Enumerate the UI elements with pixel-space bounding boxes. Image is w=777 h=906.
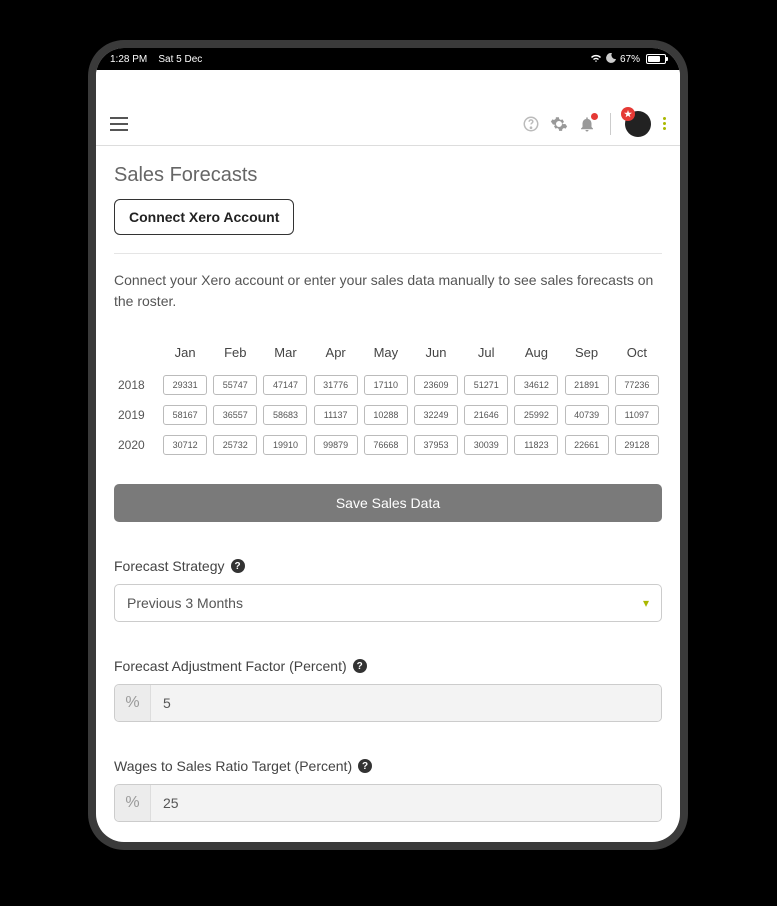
menu-icon[interactable] (110, 117, 128, 131)
sales-cell-input[interactable] (314, 375, 358, 395)
col-header: Oct (612, 340, 662, 370)
sales-cell-input[interactable] (464, 435, 508, 455)
sales-cell-input[interactable] (615, 435, 659, 455)
avatar-badge (621, 107, 635, 121)
sales-cell-input[interactable] (314, 405, 358, 425)
bell-icon[interactable] (578, 115, 596, 133)
avatar[interactable] (625, 111, 651, 137)
help-icon[interactable]: ? (358, 759, 372, 773)
percent-icon: % (115, 785, 151, 821)
sales-table: Jan Feb Mar Apr May Jun Jul Aug Sep Oct (114, 340, 662, 460)
sales-cell-input[interactable] (364, 435, 408, 455)
sales-cell-input[interactable] (364, 375, 408, 395)
table-header-row: Jan Feb Mar Apr May Jun Jul Aug Sep Oct (114, 340, 662, 370)
table-row: 2018 (114, 370, 662, 400)
sales-cell-input[interactable] (213, 375, 257, 395)
sales-cell-input[interactable] (565, 375, 609, 395)
wages-ratio-input[interactable] (151, 785, 661, 821)
wages-ratio-label: Wages to Sales Ratio Target (Percent) (114, 758, 352, 774)
sales-cell-input[interactable] (514, 435, 558, 455)
tablet-frame: 1:28 PM Sat 5 Dec 67% (88, 40, 688, 850)
status-date: Sat 5 Dec (158, 54, 202, 65)
titlebar-spacer (96, 70, 680, 102)
sales-cell-input[interactable] (514, 375, 558, 395)
help-icon[interactable] (522, 115, 540, 133)
forecast-strategy-block: Forecast Strategy ? Previous 3 Months ▾ (114, 558, 662, 622)
app-header (96, 102, 680, 146)
sales-cell-input[interactable] (314, 435, 358, 455)
col-header: Feb (210, 340, 260, 370)
divider (114, 253, 662, 254)
sales-cell-input[interactable] (414, 375, 458, 395)
sales-cell-input[interactable] (464, 375, 508, 395)
col-header: May (361, 340, 411, 370)
sales-cell-input[interactable] (615, 375, 659, 395)
status-right: 67% (590, 53, 666, 66)
forecast-strategy-select[interactable]: Previous 3 Months ▾ (114, 584, 662, 622)
sales-cell-input[interactable] (464, 405, 508, 425)
table-row: 2019 (114, 400, 662, 430)
status-left: 1:28 PM Sat 5 Dec (110, 54, 202, 65)
table-row: 2020 (114, 430, 662, 460)
sales-cell-input[interactable] (263, 435, 307, 455)
more-icon[interactable] (663, 117, 666, 130)
sales-cell-input[interactable] (514, 405, 558, 425)
moon-icon (606, 53, 616, 66)
col-header: Sep (562, 340, 612, 370)
sales-cell-input[interactable] (213, 405, 257, 425)
tablet-screen: 1:28 PM Sat 5 Dec 67% (96, 48, 680, 842)
page-title: Sales Forecasts (114, 164, 662, 187)
sales-cell-input[interactable] (414, 435, 458, 455)
percent-icon: % (115, 685, 151, 721)
sales-cell-input[interactable] (414, 405, 458, 425)
chevron-down-icon: ▾ (643, 596, 649, 610)
sales-cell-input[interactable] (163, 375, 207, 395)
connect-xero-button[interactable]: Connect Xero Account (114, 199, 294, 235)
sales-cell-input[interactable] (213, 435, 257, 455)
col-header: Apr (311, 340, 361, 370)
select-value: Previous 3 Months (127, 595, 243, 611)
battery-icon (646, 54, 666, 64)
page-description: Connect your Xero account or enter your … (114, 270, 662, 312)
save-sales-button[interactable]: Save Sales Data (114, 484, 662, 522)
year-label: 2019 (114, 400, 160, 430)
col-header: Mar (260, 340, 310, 370)
sales-cell-input[interactable] (615, 405, 659, 425)
gear-icon[interactable] (550, 115, 568, 133)
col-header: Jan (160, 340, 210, 370)
sales-cell-input[interactable] (263, 375, 307, 395)
sales-cell-input[interactable] (263, 405, 307, 425)
status-bar: 1:28 PM Sat 5 Dec 67% (96, 48, 680, 70)
sales-cell-input[interactable] (565, 435, 609, 455)
help-icon[interactable]: ? (353, 659, 367, 673)
adjustment-block: Forecast Adjustment Factor (Percent) ? % (114, 658, 662, 722)
forecast-strategy-label: Forecast Strategy (114, 558, 225, 574)
wages-ratio-block: Wages to Sales Ratio Target (Percent) ? … (114, 758, 662, 822)
sales-cell-input[interactable] (565, 405, 609, 425)
col-header: Jul (461, 340, 511, 370)
help-icon[interactable]: ? (231, 559, 245, 573)
divider (610, 113, 611, 135)
col-header: Aug (511, 340, 561, 370)
year-label: 2020 (114, 430, 160, 460)
wifi-icon (590, 53, 602, 66)
status-time: 1:28 PM (110, 54, 147, 65)
adjustment-label: Forecast Adjustment Factor (Percent) (114, 658, 347, 674)
sales-cell-input[interactable] (364, 405, 408, 425)
battery-percent: 67% (620, 54, 640, 65)
content: Sales Forecasts Connect Xero Account Con… (96, 146, 680, 842)
notification-badge (591, 113, 598, 120)
sales-cell-input[interactable] (163, 405, 207, 425)
year-label: 2018 (114, 370, 160, 400)
adjustment-input[interactable] (151, 685, 661, 721)
sales-cell-input[interactable] (163, 435, 207, 455)
col-header: Jun (411, 340, 461, 370)
